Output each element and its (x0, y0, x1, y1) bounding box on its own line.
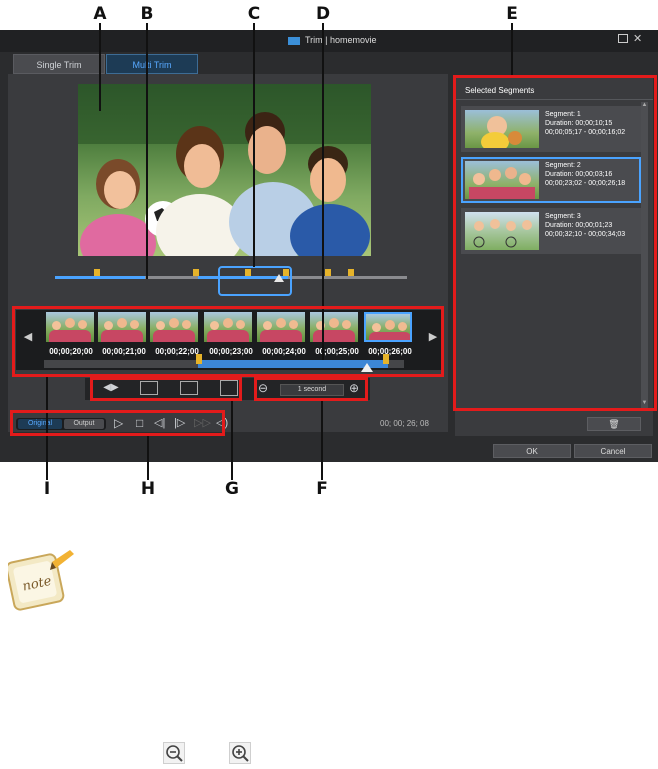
callout-a: A (93, 4, 107, 24)
callout-i: I (43, 479, 51, 499)
highlight-box-h (10, 410, 225, 436)
zoom-in-icon (229, 742, 251, 764)
highlight-box-i (12, 306, 444, 377)
highlight-box-g (90, 377, 242, 401)
ok-button[interactable]: OK (493, 444, 571, 458)
slider-position-handle[interactable] (274, 274, 284, 282)
leader-line (231, 400, 233, 480)
leader-line (99, 23, 101, 111)
callout-d: D (315, 4, 331, 24)
mark-in-marker[interactable] (325, 269, 331, 276)
leader-line (147, 434, 149, 480)
close-icon[interactable]: ✕ (633, 32, 642, 45)
leader-line (321, 400, 323, 480)
window-title: Trim | homemovie (305, 35, 377, 45)
delete-segment-button[interactable]: 🗑 (587, 417, 641, 431)
callout-h: H (140, 479, 156, 499)
callout-e: E (506, 4, 518, 24)
app-icon (288, 37, 300, 45)
mark-in-marker[interactable] (94, 269, 100, 276)
time-display: 00; 00; 26; 08 (380, 419, 429, 428)
callout-c: C (247, 4, 261, 24)
tab-multi-trim[interactable]: Multi Trim (106, 54, 198, 74)
leader-line (146, 23, 148, 279)
mark-out-marker[interactable] (348, 269, 354, 276)
highlight-box-e (453, 75, 657, 411)
leader-line (253, 23, 255, 267)
cancel-button[interactable]: Cancel (574, 444, 652, 458)
trim-range-1 (55, 276, 145, 279)
highlight-box-f (254, 377, 368, 401)
trash-icon: 🗑 (608, 419, 620, 429)
zoom-out-icon (163, 742, 185, 764)
callout-g: G (225, 479, 239, 499)
callout-f: F (316, 479, 328, 499)
video-preview (78, 84, 371, 256)
preview-family-image (78, 84, 371, 256)
mark-out-marker[interactable] (193, 269, 199, 276)
callout-b: B (140, 4, 154, 24)
leader-line (511, 23, 513, 77)
tab-single-trim[interactable]: Single Trim (13, 54, 105, 74)
maximize-icon[interactable] (618, 34, 628, 43)
note-icon: note (5, 548, 78, 612)
